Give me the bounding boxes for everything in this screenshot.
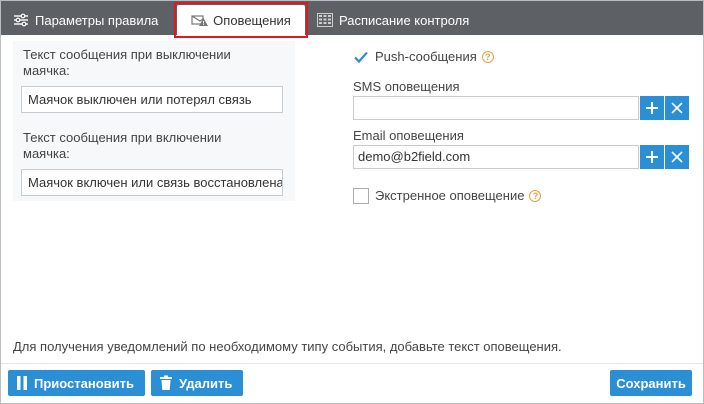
email-add-button[interactable] xyxy=(640,145,664,169)
delete-button[interactable]: Удалить xyxy=(151,370,243,396)
trash-icon xyxy=(159,375,173,391)
close-icon xyxy=(671,102,683,114)
sms-input-group xyxy=(353,96,689,120)
on-message-input[interactable]: Маячок включен или связь восстановлена xyxy=(21,169,283,196)
plus-icon xyxy=(646,102,658,114)
sliders-icon xyxy=(13,13,29,27)
email-label: Email оповещения xyxy=(353,128,464,143)
tab-bar: Параметры правила Оповещения Расписание … xyxy=(1,1,703,35)
tab-control-schedule[interactable]: Расписание контроля xyxy=(317,5,469,35)
hint-text: Для получения уведомлений по необходимом… xyxy=(13,339,562,354)
urgent-help-icon[interactable]: ? xyxy=(529,190,542,202)
pause-button-label: Приостановить xyxy=(34,375,135,391)
tab-control-schedule-label: Расписание контроля xyxy=(339,12,470,28)
sms-label: SMS оповещения xyxy=(353,79,460,94)
push-checkbox[interactable] xyxy=(353,49,369,65)
calendar-grid-icon xyxy=(317,13,333,27)
notification-settings-window: Параметры правила Оповещения Расписание … xyxy=(0,0,704,404)
push-label: Push-сообщения xyxy=(375,49,477,64)
sms-clear-button[interactable] xyxy=(665,96,689,120)
notification-channels-section: Push-сообщения ? SMS оповещения Email оп… xyxy=(353,41,693,206)
sms-add-button[interactable] xyxy=(640,96,664,120)
close-icon xyxy=(671,151,683,163)
delete-button-label: Удалить xyxy=(179,375,233,391)
tab-rule-parameters-label: Параметры правила xyxy=(35,12,159,28)
urgent-row: Экстренное оповещение ? xyxy=(353,186,693,206)
save-button[interactable]: Сохранить xyxy=(610,370,692,396)
email-clear-button[interactable] xyxy=(665,145,689,169)
email-input[interactable]: demo@b2field.com xyxy=(353,145,639,169)
footer-divider xyxy=(1,363,703,364)
tab-notifications-label: Оповещения xyxy=(213,12,291,28)
urgent-label: Экстренное оповещение xyxy=(375,188,525,203)
off-message-label: Текст сообщения при выключении маячка: xyxy=(23,47,231,78)
tab-rule-parameters[interactable]: Параметры правила xyxy=(13,5,158,35)
pause-icon xyxy=(16,375,28,391)
pause-button[interactable]: Приостановить xyxy=(8,370,145,396)
save-button-label: Сохранить xyxy=(616,375,686,391)
push-row: Push-сообщения ? xyxy=(353,47,693,67)
tab-notifications[interactable]: Оповещения xyxy=(177,5,305,35)
email-input-group: demo@b2field.com xyxy=(353,145,689,169)
push-help-icon[interactable]: ? xyxy=(481,51,494,63)
plus-icon xyxy=(646,151,658,163)
off-message-input[interactable]: Маячок выключен или потерял связь xyxy=(21,86,283,113)
envelope-warning-icon xyxy=(191,13,209,27)
sms-input[interactable] xyxy=(353,96,639,120)
on-message-label: Текст сообщения при включении маячка: xyxy=(23,130,222,161)
message-texts-section: Текст сообщения при выключении маячка: М… xyxy=(13,41,295,196)
urgent-checkbox[interactable] xyxy=(353,188,369,204)
